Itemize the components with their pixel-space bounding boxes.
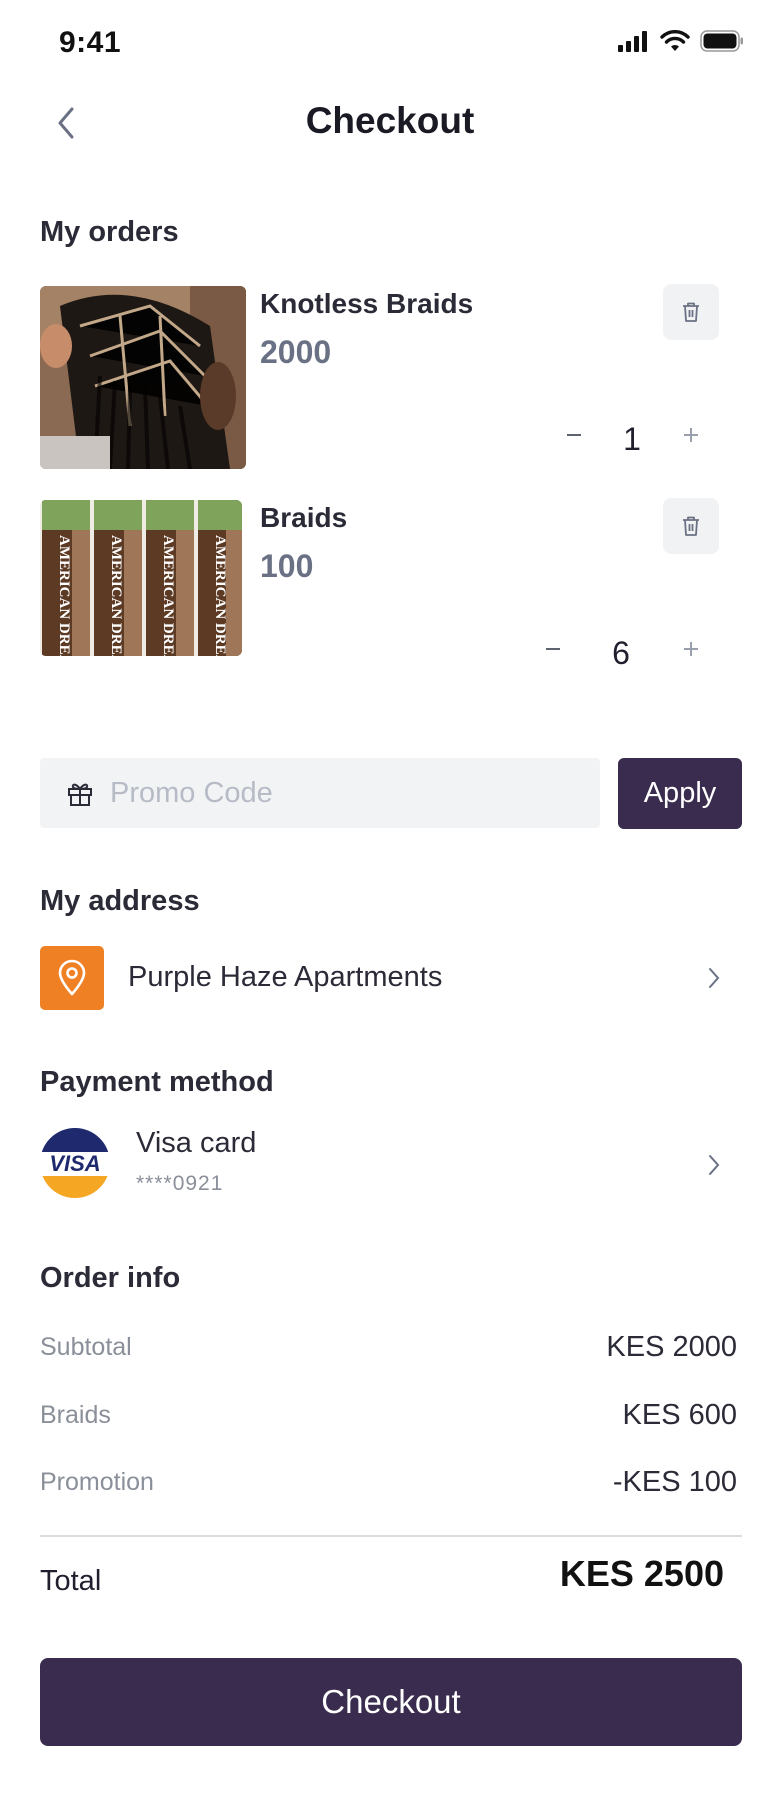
item-price: 100 — [260, 548, 314, 584]
order-info-section-title: Order info — [40, 1262, 181, 1294]
address-section-title: My address — [40, 885, 200, 917]
item-name: Knotless Braids — [260, 288, 474, 319]
apply-promo-button[interactable]: Apply — [618, 758, 742, 829]
status-time: 9:41 — [59, 26, 122, 59]
subtotal-label: Subtotal — [40, 1333, 132, 1361]
decrease-quantity-button[interactable] — [535, 633, 571, 667]
address-value: Purple Haze Apartments — [128, 961, 443, 993]
item-price: 2000 — [260, 334, 332, 370]
decrease-quantity-button[interactable] — [556, 419, 592, 453]
minus-icon — [567, 434, 581, 436]
page-title: Checkout — [305, 100, 475, 141]
delete-item-button[interactable] — [663, 284, 719, 340]
visa-logo-text: VISA — [49, 1151, 100, 1176]
increase-quantity-button[interactable] — [673, 419, 709, 453]
promo-code-field[interactable] — [40, 758, 600, 828]
product-image-knotless-braids — [40, 286, 246, 469]
payment-chevron — [706, 1152, 722, 1183]
promo-code-input[interactable] — [108, 775, 572, 811]
package-label-text: AMERICAN DREAM 100% Kanekalon — [160, 535, 176, 656]
location-pin-icon — [58, 959, 86, 996]
delete-item-button[interactable] — [663, 498, 719, 554]
status-icons — [618, 30, 744, 52]
chevron-right-icon — [709, 1155, 720, 1175]
quantity-value: 1 — [623, 421, 641, 457]
promotion-label: Promotion — [40, 1468, 154, 1496]
card-number-masked: ****0921 — [136, 1172, 224, 1195]
item-name: Braids — [260, 502, 348, 533]
subtotal-value: KES 2000 — [606, 1331, 737, 1363]
orders-section-title: My orders — [40, 216, 179, 248]
package-label-text: AMERICAN DREAM 100% Kanekalon — [56, 535, 72, 656]
gift-icon — [68, 783, 92, 806]
package-label-text: AMERICAN DREAM 100% Kanekalon — [108, 535, 124, 656]
total-label: Total — [40, 1565, 102, 1597]
plus-icon — [684, 428, 698, 442]
minus-icon — [546, 648, 560, 650]
payment-section-title: Payment method — [40, 1066, 274, 1098]
product-image-braids: AMERICAN DREAM 100% Kanekalon AMERICAN D… — [40, 500, 242, 656]
quantity-value: 6 — [612, 635, 630, 671]
braids-value: KES 600 — [622, 1399, 737, 1431]
braids-label: Braids — [40, 1401, 111, 1429]
signal-icon — [618, 31, 647, 52]
payment-method-name: Visa card — [136, 1127, 257, 1159]
package-label-text: AMERICAN DREAM 100% Kanekalon — [212, 535, 228, 656]
checkout-button[interactable]: Checkout — [40, 1658, 742, 1746]
total-value: KES 2500 — [559, 1553, 724, 1594]
increase-quantity-button[interactable] — [673, 633, 709, 667]
chevron-right-icon — [709, 968, 720, 988]
visa-logo: VISA — [40, 1128, 110, 1198]
divider — [40, 1535, 742, 1537]
address-chevron — [706, 965, 722, 996]
trash-icon — [683, 302, 699, 322]
location-badge — [40, 946, 104, 1010]
wifi-icon — [660, 30, 690, 51]
trash-icon — [683, 516, 699, 536]
plus-icon — [684, 642, 698, 656]
battery-icon — [700, 30, 743, 52]
promotion-value: -KES 100 — [612, 1466, 737, 1498]
